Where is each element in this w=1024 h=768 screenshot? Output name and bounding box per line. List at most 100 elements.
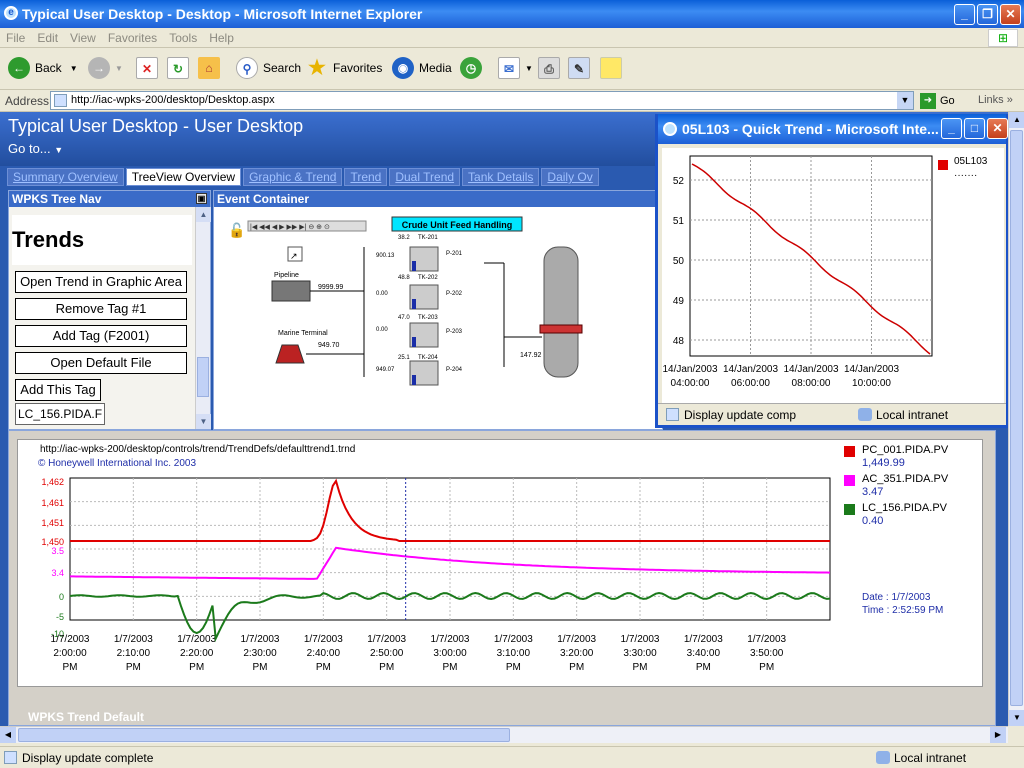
quick-legend-name: 05L103 (954, 156, 988, 167)
search-label: Search (263, 61, 302, 75)
trend-plot[interactable]: 1,4621,4611,4511,4503.53.40-5-101/7/2003… (18, 440, 984, 688)
tab-graphic-trend[interactable]: Graphic & Trend (243, 168, 343, 186)
page-icon (54, 94, 67, 107)
tab-dual-trend[interactable]: Dual Trend (389, 168, 461, 186)
menu-favorites[interactable]: Favorites (102, 28, 163, 48)
tab-trend[interactable]: Trend (344, 168, 388, 186)
tank-name-0: TK-201 (418, 235, 438, 241)
page-vertical-scrollbar[interactable]: ▲ ▼ (1008, 112, 1024, 726)
refresh-button[interactable]: ↻ (167, 56, 194, 80)
forward-dropdown-icon[interactable]: ▼ (115, 64, 123, 73)
discuss-button[interactable] (600, 56, 627, 80)
quick-trend-plot[interactable]: 52 51 50 49 48 14/Jan/2003 04:00:00 14/Jan/2003… (662, 148, 1004, 404)
legend-swatch-red (844, 446, 855, 457)
tree-nav-panel: WPKS Tree Nav ▣ Trends Open Trend in Gra… (8, 190, 211, 430)
page-scroll-up-icon[interactable]: ▲ (1009, 112, 1024, 128)
favorites-label: Favorites (333, 61, 383, 75)
history-icon: ◷ (460, 57, 482, 79)
close-button[interactable]: ✕ (1000, 4, 1021, 25)
menu-edit[interactable]: Edit (31, 28, 64, 48)
back-dropdown-icon[interactable]: ▼ (70, 64, 78, 73)
popup-maximize-button[interactable]: □ (964, 118, 985, 139)
home-button[interactable]: ⌂ (198, 56, 225, 80)
lock-icon[interactable]: 🔓 (228, 222, 245, 239)
add-tag-button[interactable]: Add Tag (F2001) (15, 325, 187, 347)
pump-0: P-201 (446, 251, 463, 257)
scroll-left-icon[interactable]: ◀ (0, 727, 16, 743)
stop-button[interactable]: ✕ (136, 56, 163, 80)
edit-icon: ✎ (568, 57, 590, 79)
page-scroll-down-icon[interactable]: ▼ (1009, 710, 1024, 726)
favorites-button[interactable]: ★ Favorites (306, 56, 382, 80)
menu-view[interactable]: View (64, 28, 102, 48)
mail-dropdown-icon[interactable]: ▼ (525, 64, 533, 73)
x-tick-date: 1/7/2003 (304, 634, 343, 645)
quick-legend-dots: ······· (954, 170, 978, 181)
nav-scrollbar[interactable]: ▲ ▼ (195, 207, 211, 429)
popup-close-button[interactable]: ✕ (987, 118, 1008, 139)
print-button[interactable]: ⎙ (538, 56, 565, 80)
legend-item-lc156[interactable]: LC_156.PIDA.PV 0.40 (844, 500, 984, 529)
y-tick-label: -5 (56, 612, 64, 622)
open-default-file-button[interactable]: Open Default File (15, 352, 187, 374)
back-button[interactable]: ← Back ▼ (8, 56, 78, 80)
tag-input[interactable]: LC_156.PIDA.F (15, 403, 105, 425)
tab-treeview-overview[interactable]: TreeView Overview (125, 168, 242, 186)
maximize-button[interactable]: ❐ (977, 4, 998, 25)
address-dropdown-icon[interactable]: ▼ (897, 92, 913, 109)
menu-help[interactable]: Help (203, 28, 240, 48)
distillation-column[interactable] (543, 246, 579, 378)
column-value: 147.92 (520, 352, 542, 359)
links-toolbar[interactable]: Links » (978, 94, 1013, 106)
mail-button[interactable]: ✉ ▼ (498, 56, 533, 80)
legend-item-ac351[interactable]: AC_351.PIDA.PV 3.47 (844, 471, 984, 500)
media-button[interactable]: ◉ Media (392, 56, 452, 80)
tab-summary-overview[interactable]: Summary Overview (7, 168, 124, 186)
popup-minimize-button[interactable]: _ (941, 118, 962, 139)
minimize-button[interactable]: _ (954, 4, 975, 25)
legend-swatch-green (844, 504, 855, 515)
svg-text:↗: ↗ (290, 251, 298, 261)
media-globe-icon: ◉ (392, 57, 414, 79)
go-label: Go (940, 95, 955, 107)
remove-tag-button[interactable]: Remove Tag #1 (15, 298, 187, 320)
legend-name-ac351: AC_351.PIDA.PV (862, 473, 949, 485)
scroll-up-icon[interactable]: ▲ (196, 207, 211, 222)
page-vscroll-thumb[interactable] (1010, 130, 1023, 706)
menu-file[interactable]: File (0, 28, 31, 48)
search-button[interactable]: ⚲ Search (236, 56, 301, 80)
open-trend-button[interactable]: Open Trend in Graphic Area (15, 271, 187, 293)
y-tick-label: 3.4 (51, 568, 64, 578)
edit-button[interactable]: ✎ (568, 56, 595, 80)
marine-value: 949.70 (318, 342, 340, 349)
menu-tools[interactable]: Tools (163, 28, 203, 48)
quick-x-time: 06:00:00 (731, 378, 770, 389)
graphic-nav-controls[interactable]: |◀ ◀◀ ◀ ▶ ▶▶ ▶| ⊖ ⊕ ⊙ (247, 220, 367, 232)
window-title: Typical User Desktop - Desktop - Microso… (22, 6, 423, 22)
goto-menu[interactable]: Go to... ▼ (8, 141, 63, 156)
forward-button[interactable]: → ▼ (88, 56, 123, 80)
tank-name-3: TK-204 (418, 355, 438, 361)
history-button[interactable]: ◷ (460, 56, 487, 80)
panel-restore-icon[interactable]: ▣ (196, 193, 207, 204)
scroll-down-icon[interactable]: ▼ (196, 414, 211, 429)
tab-daily-overview[interactable]: Daily Ov (541, 168, 599, 186)
nav-scroll-thumb[interactable] (197, 357, 209, 397)
trend-legend: PC_001.PIDA.PV 1,449.99 AC_351.PIDA.PV 3… (844, 442, 984, 616)
tab-tank-details[interactable]: Tank Details (462, 168, 540, 186)
page-horizontal-scrollbar[interactable]: ◀ ▶ (0, 726, 1008, 743)
page-hscroll-thumb[interactable] (18, 728, 510, 742)
legend-item-pc001[interactable]: PC_001.PIDA.PV 1,449.99 (844, 442, 984, 471)
quick-trend-window: 05L103 - Quick Trend - Microsoft Inte...… (655, 114, 1009, 428)
address-input[interactable]: http://iac-wpks-200/desktop/Desktop.aspx… (50, 91, 914, 110)
marine-terminal-shape (275, 344, 305, 364)
quick-y-tick: 50 (673, 256, 685, 267)
x-tick-date: 1/7/2003 (431, 634, 470, 645)
pump-1: P-202 (446, 291, 463, 297)
go-button[interactable]: ➜ Go (920, 93, 955, 109)
add-this-tag-button[interactable]: Add This Tag (15, 379, 101, 401)
x-tick-ampm: PM (316, 662, 331, 673)
scroll-right-icon[interactable]: ▶ (990, 727, 1006, 743)
trends-heading: Trends (12, 215, 192, 265)
x-tick-ampm: PM (759, 662, 774, 673)
